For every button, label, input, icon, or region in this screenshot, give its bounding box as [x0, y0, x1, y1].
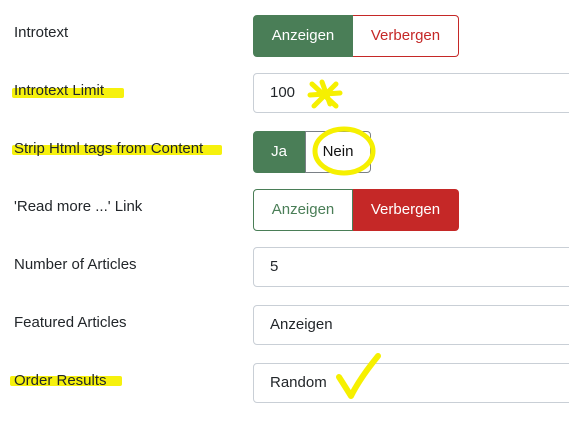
number-of-articles-label: Number of Articles	[14, 256, 137, 273]
introtext-label: Introtext	[14, 24, 69, 41]
order-results-label: Order Results	[14, 372, 107, 389]
introtext-show-button[interactable]: Anzeigen	[253, 15, 353, 57]
strip-html-label: Strip Html tags from Content	[14, 140, 204, 157]
number-of-articles-input[interactable]: 5	[253, 247, 569, 287]
read-more-show-button[interactable]: Anzeigen	[253, 189, 353, 231]
strip-html-no-button[interactable]: Nein	[305, 131, 371, 173]
read-more-toggle[interactable]: Anzeigen Verbergen	[253, 189, 459, 231]
read-more-label: 'Read more ...' Link	[14, 198, 143, 215]
order-results-select[interactable]: Random	[253, 363, 569, 403]
strip-html-toggle[interactable]: Ja Nein	[253, 131, 371, 173]
featured-articles-label: Featured Articles	[14, 314, 127, 331]
strip-html-yes-button[interactable]: Ja	[253, 131, 305, 173]
introtext-limit-label: Introtext Limit	[14, 82, 105, 99]
introtext-hide-button[interactable]: Verbergen	[353, 15, 459, 57]
featured-articles-select[interactable]: Anzeigen	[253, 305, 569, 345]
introtext-limit-input[interactable]: 100	[253, 73, 569, 113]
read-more-hide-button[interactable]: Verbergen	[353, 189, 459, 231]
introtext-toggle[interactable]: Anzeigen Verbergen	[253, 15, 459, 57]
